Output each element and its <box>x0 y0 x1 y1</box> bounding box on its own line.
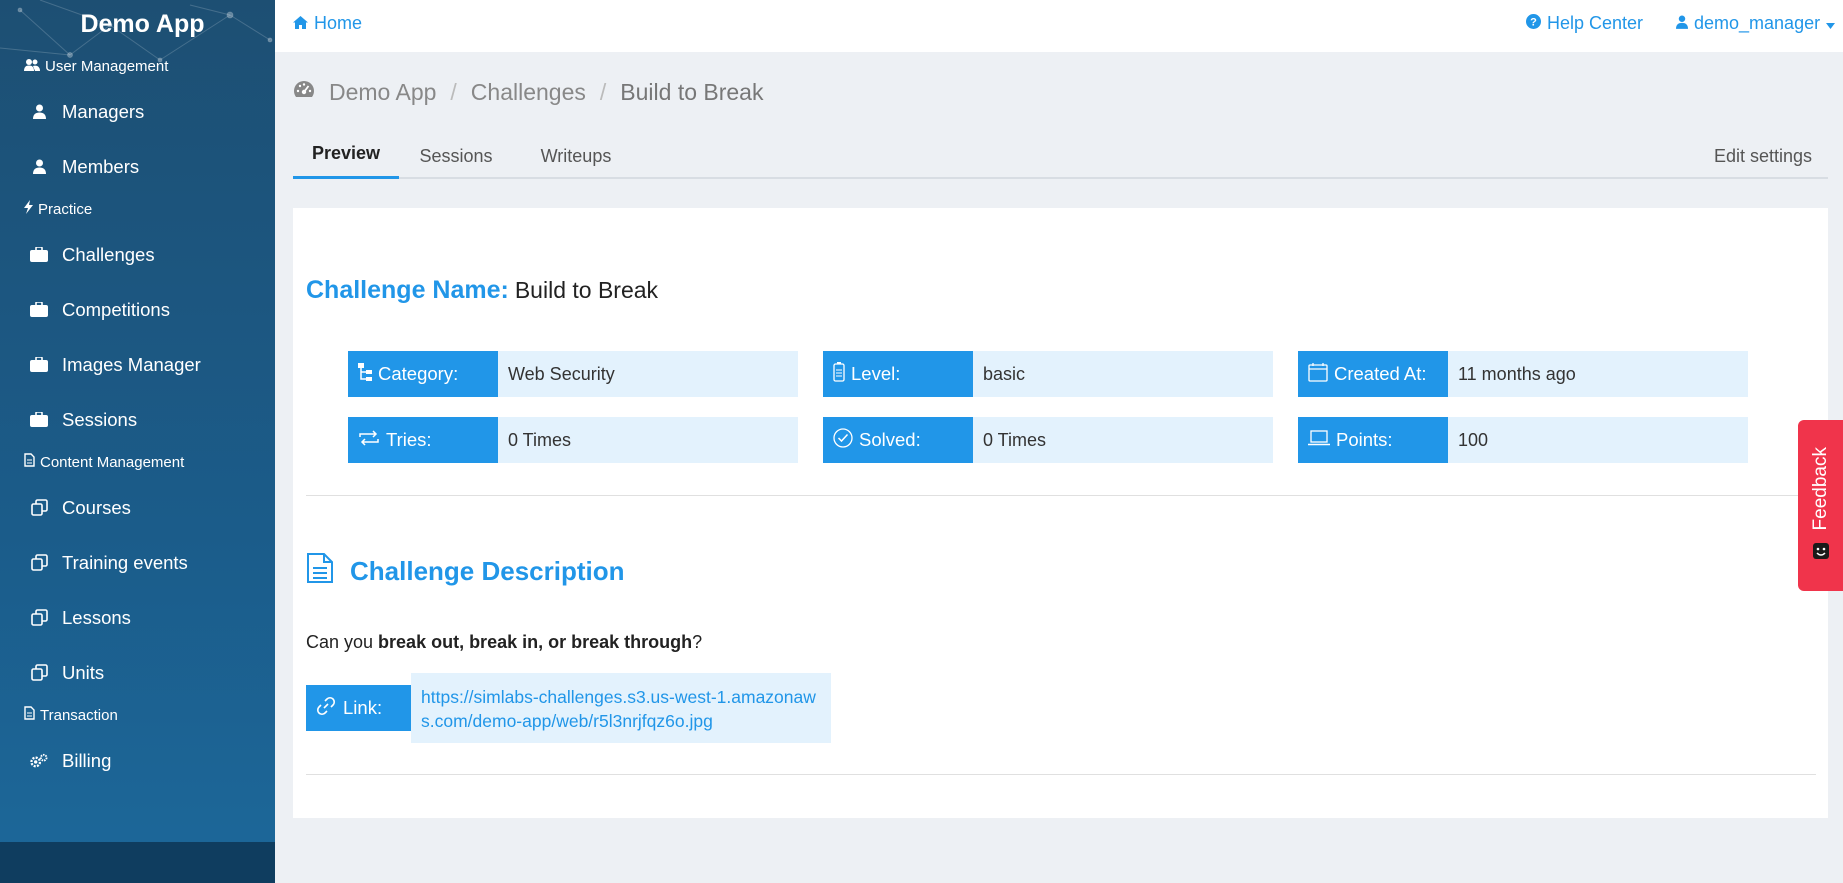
question-circle-icon: ? <box>1526 13 1541 34</box>
tab-sessions[interactable]: Sessions <box>406 132 506 181</box>
user-icon <box>1676 13 1688 34</box>
briefcase-icon <box>30 412 48 427</box>
laptop-icon <box>1308 429 1330 451</box>
bolt-icon <box>24 200 33 218</box>
sidebar-footer <box>0 842 275 883</box>
gears-icon <box>30 753 48 769</box>
sidebar-item-members[interactable]: Members <box>0 139 275 194</box>
sidebar-item-billing[interactable]: Billing <box>0 733 275 788</box>
edit-settings-button[interactable]: Edit settings <box>1698 132 1828 181</box>
breadcrumb-demo-app[interactable]: Demo App <box>329 79 436 106</box>
sidebar: Demo App User Management Managers Member… <box>0 0 275 883</box>
briefcase-icon <box>30 302 48 317</box>
document-icon <box>24 706 35 724</box>
info-created-at: Created At: 11 months ago <box>1298 351 1748 397</box>
sidebar-item-competitions[interactable]: Competitions <box>0 282 275 337</box>
clone-icon <box>30 499 48 516</box>
section-user-management: User Management <box>0 48 275 84</box>
info-tries: Tries: 0 Times <box>348 417 798 463</box>
sidebar-item-lessons[interactable]: Lessons <box>0 590 275 645</box>
tab-bar: Preview Sessions Writeups Edit settings <box>293 130 1828 179</box>
home-link[interactable]: Home <box>293 0 362 46</box>
clone-icon <box>30 554 48 571</box>
file-text-icon <box>306 552 334 591</box>
sidebar-item-units[interactable]: Units <box>0 645 275 700</box>
breadcrumb-current: Build to Break <box>620 78 764 105</box>
users-icon <box>24 58 40 75</box>
user-menu[interactable]: demo_manager <box>1676 0 1836 46</box>
sidebar-item-challenges[interactable]: Challenges <box>0 227 275 282</box>
help-center-link[interactable]: ? Help Center <box>1526 0 1643 46</box>
sidebar-item-training-events[interactable]: Training events <box>0 535 275 590</box>
clone-icon <box>30 664 48 681</box>
challenge-link: Link: https://simlabs-challenges.s3.us-w… <box>306 673 831 743</box>
challenge-name-label: Challenge Name: <box>306 276 509 304</box>
info-solved: Solved: 0 Times <box>823 417 1273 463</box>
sitemap-icon <box>358 362 372 386</box>
repeat-icon <box>358 429 380 452</box>
section-practice: Practice <box>0 191 275 227</box>
challenge-description-heading: Challenge Description <box>306 552 625 591</box>
breadcrumb: Demo App / Challenges / Build to Break <box>293 76 763 108</box>
section-content-management: Content Management <box>0 444 275 480</box>
info-category: Category: Web Security <box>348 351 798 397</box>
info-points: Points: 100 <box>1298 417 1748 463</box>
challenge-name: Challenge Name: Build to Break <box>306 276 658 305</box>
briefcase-icon <box>30 247 48 262</box>
sidebar-item-courses[interactable]: Courses <box>0 480 275 535</box>
divider <box>306 495 1816 496</box>
challenge-name-value: Build to Break <box>514 277 659 303</box>
user-icon <box>30 159 48 174</box>
briefcase-icon <box>30 357 48 372</box>
challenge-link-url[interactable]: https://simlabs-challenges.s3.us-west-1.… <box>411 673 831 743</box>
top-bar: Home ? Help Center demo_manager <box>275 0 1843 52</box>
challenge-description-text: Can you break out, break in, or break th… <box>306 632 703 652</box>
section-transaction: Transaction <box>0 697 275 733</box>
breadcrumb-challenges[interactable]: Challenges <box>471 79 586 106</box>
feedback-button[interactable]: Feedback <box>1798 420 1843 591</box>
home-icon <box>293 13 308 34</box>
user-icon <box>30 104 48 119</box>
challenge-panel: Challenge Name: Build to Break Category:… <box>293 208 1828 818</box>
divider <box>306 774 1816 775</box>
smile-icon <box>1812 542 1829 564</box>
battery-icon <box>833 361 845 387</box>
calendar-icon <box>1308 362 1328 387</box>
svg-text:?: ? <box>1530 16 1537 28</box>
brand-title[interactable]: Demo App <box>0 0 275 48</box>
tab-preview[interactable]: Preview <box>293 130 399 179</box>
clone-icon <box>30 609 48 626</box>
tab-writeups[interactable]: Writeups <box>521 132 631 181</box>
caret-down-icon <box>1826 13 1836 34</box>
sidebar-item-managers[interactable]: Managers <box>0 84 275 139</box>
sidebar-item-sessions[interactable]: Sessions <box>0 392 275 447</box>
sidebar-item-images-manager[interactable]: Images Manager <box>0 337 275 392</box>
document-icon <box>24 453 35 471</box>
info-level: Level: basic <box>823 351 1273 397</box>
link-icon <box>315 695 337 722</box>
check-circle-icon <box>833 427 853 453</box>
dashboard-icon <box>293 79 315 106</box>
